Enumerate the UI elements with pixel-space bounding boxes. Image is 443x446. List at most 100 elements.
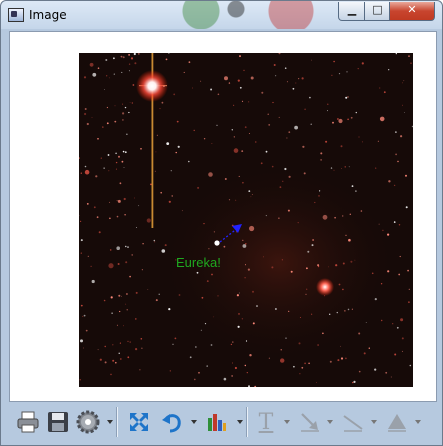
annotation-label[interactable]: Eureka! [176,255,221,270]
star [318,195,320,197]
star [246,372,248,374]
star [135,318,137,320]
shape-tool-dropdown-icon[interactable] [415,420,421,424]
star [317,344,319,346]
star [217,93,220,96]
star [235,231,237,233]
image-viewport[interactable]: Eureka! [9,31,437,402]
star [106,122,109,125]
star [200,80,202,82]
star [385,371,388,374]
settings-button[interactable] [75,405,101,439]
save-button[interactable] [45,405,71,439]
star [91,117,93,118]
star [92,72,97,77]
star [333,60,335,63]
star [117,199,121,203]
star [348,166,350,168]
star [249,225,255,232]
star [135,348,138,351]
star [351,308,353,310]
star [114,120,117,123]
star [105,59,108,61]
star [121,295,122,297]
star [410,62,412,64]
star [365,322,367,323]
star [208,172,213,177]
star [286,137,288,139]
close-button[interactable]: ✕ [389,2,435,21]
star [408,301,410,304]
shape-tool-icon [388,414,406,432]
star [342,262,345,265]
star [85,329,88,332]
star [130,57,134,60]
star [299,317,301,318]
print-button[interactable] [15,405,41,439]
star [252,322,255,325]
fit-to-window-button[interactable] [126,405,152,439]
star [155,151,157,153]
star [194,378,196,381]
star [156,134,158,136]
star [193,129,195,132]
star [123,325,124,327]
star [178,294,181,296]
target-star[interactable] [214,240,220,246]
star [280,358,285,363]
star [272,101,274,104]
arrow-tool-dropdown-icon[interactable] [327,420,333,424]
undo-dropdown-icon[interactable] [191,420,197,424]
line-tool-button[interactable] [340,405,366,439]
star-field-image[interactable]: Eureka! [79,53,413,387]
minimize-button[interactable]: ▁ [338,2,366,21]
star [138,205,140,207]
star [305,293,307,295]
star [311,244,314,247]
star [398,273,401,276]
star [290,270,293,273]
star [244,277,246,279]
undo-button[interactable] [159,405,185,439]
star [327,103,329,105]
star [382,229,384,232]
star [393,184,396,187]
shape-tool-button[interactable] [384,405,410,439]
star [124,106,127,109]
star [351,185,354,188]
star [102,126,104,128]
star [237,79,240,82]
histogram-dropdown-icon[interactable] [237,420,243,424]
star [123,167,125,168]
text-tool-dropdown-icon[interactable] [284,420,290,424]
line-tool-dropdown-icon[interactable] [371,420,377,424]
histogram-button[interactable] [204,405,230,439]
star [241,150,244,152]
star [122,112,125,115]
star [284,167,287,171]
star [401,350,403,352]
star [125,303,127,305]
star [230,343,233,346]
settings-dropdown-icon[interactable] [107,420,113,424]
star [322,332,324,335]
star [134,62,137,65]
star [374,298,377,301]
app-icon[interactable] [8,8,24,22]
bright-star[interactable] [136,70,168,102]
star [247,268,250,271]
star [338,73,341,75]
star [405,206,408,209]
star [231,129,233,131]
star [238,292,240,294]
star [172,343,174,345]
star [348,238,351,242]
maximize-button[interactable]: □ [364,2,391,21]
title-bar[interactable]: Image ▁ □ ✕ [1,1,442,29]
star [107,154,110,156]
star [109,249,112,251]
bright-star-secondary[interactable] [316,278,334,296]
star [256,305,258,307]
text-tool-button[interactable]: T [253,405,279,439]
arrow-tool-button[interactable] [297,405,323,439]
